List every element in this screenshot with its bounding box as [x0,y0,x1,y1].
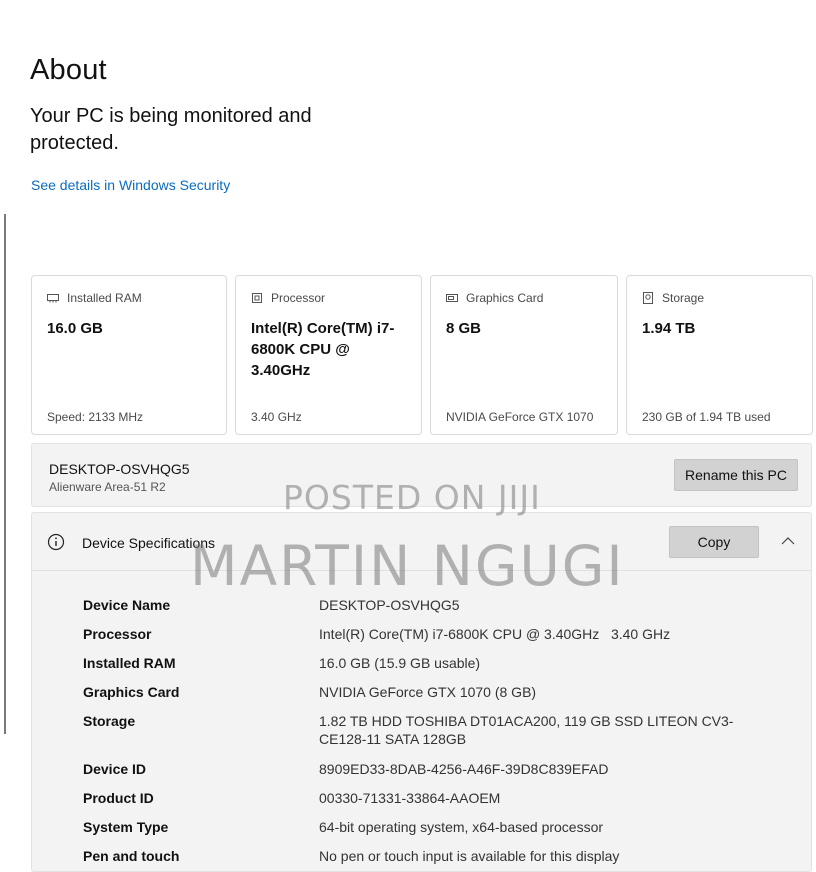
processor-icon [252,293,262,303]
spec-value: 8909ED33-8DAB-4256-A46F-39D8C839EFAD [319,761,609,777]
spec-value: 00330-71331-33864-AAOEM [319,790,501,806]
spec-value: 64-bit operating system, x64-based proce… [319,819,604,835]
card-title: Processor [271,291,326,305]
page-title: About [30,54,107,86]
pc-name: DESKTOP-OSVHQG5 [49,461,190,477]
device-specifications-panel: Device Specifications Copy Device Name D… [31,512,812,872]
card-processor: Processor Intel(R) Core(TM) i7-6800K CPU… [235,275,422,435]
device-specifications-header[interactable]: Device Specifications Copy [32,513,811,571]
pc-model: Alienware Area-51 R2 [49,480,166,494]
spec-value: Intel(R) Core(TM) i7-6800K CPU @ 3.40GHz… [319,626,671,642]
card-storage: Storage 1.94 TB 230 GB of 1.94 TB used [626,275,813,435]
security-status-text: Your PC is being monitored and protected… [30,105,312,154]
graphics-card-icon [446,294,458,302]
spec-label: Product ID [83,790,154,806]
card-footer: 230 GB of 1.94 TB used [642,410,771,424]
spec-value: 16.0 GB (15.9 GB usable) [319,655,481,671]
card-title: Installed RAM [67,291,142,305]
spec-label: Device Name [83,597,171,613]
card-value: Intel(R) Core(TM) i7-6800K CPU @ 3.40GHz [251,320,395,379]
card-title: Storage [662,291,705,305]
info-icon [47,533,65,551]
card-value: 16.0 GB [47,320,103,337]
spec-label: Graphics Card [83,684,180,700]
spec-label: Pen and touch [83,848,180,864]
spec-value: 1.82 TB HDD TOSHIBA DT01ACA200, 119 GB S… [319,713,734,747]
card-footer: 3.40 GHz [251,410,302,424]
card-title: Graphics Card [466,291,544,305]
spec-value: NVIDIA GeForce GTX 1070 (8 GB) [319,684,537,700]
copy-button[interactable]: Copy [669,526,759,558]
windows-security-link[interactable]: See details in Windows Security [31,177,230,193]
card-value: 8 GB [446,320,482,337]
spec-label: Processor [83,626,152,642]
spec-value: No pen or touch input is available for t… [319,848,620,864]
spec-value: DESKTOP-OSVHQG5 [319,597,460,613]
spec-label: Device ID [83,761,147,777]
spec-label: Installed RAM [83,655,176,671]
card-value: 1.94 TB [642,320,696,337]
spec-label: System Type [83,819,169,835]
storage-icon [643,292,653,304]
spec-label: Storage [83,713,136,729]
rename-pc-button[interactable]: Rename this PC [674,459,798,491]
ram-icon [47,294,59,303]
pc-name-bar: DESKTOP-OSVHQG5 Alienware Area-51 R2 Ren… [31,443,812,507]
card-graphics: Graphics Card 8 GB NVIDIA GeForce GTX 10… [430,275,618,435]
scrollbar[interactable] [4,214,6,734]
chevron-up-icon[interactable] [780,533,796,549]
device-specifications-title: Device Specifications [82,535,216,551]
card-footer: Speed: 2133 MHz [47,410,144,424]
card-footer: NVIDIA GeForce GTX 1070 [446,410,594,424]
card-installed-ram: Installed RAM 16.0 GB Speed: 2133 MHz [31,275,227,435]
